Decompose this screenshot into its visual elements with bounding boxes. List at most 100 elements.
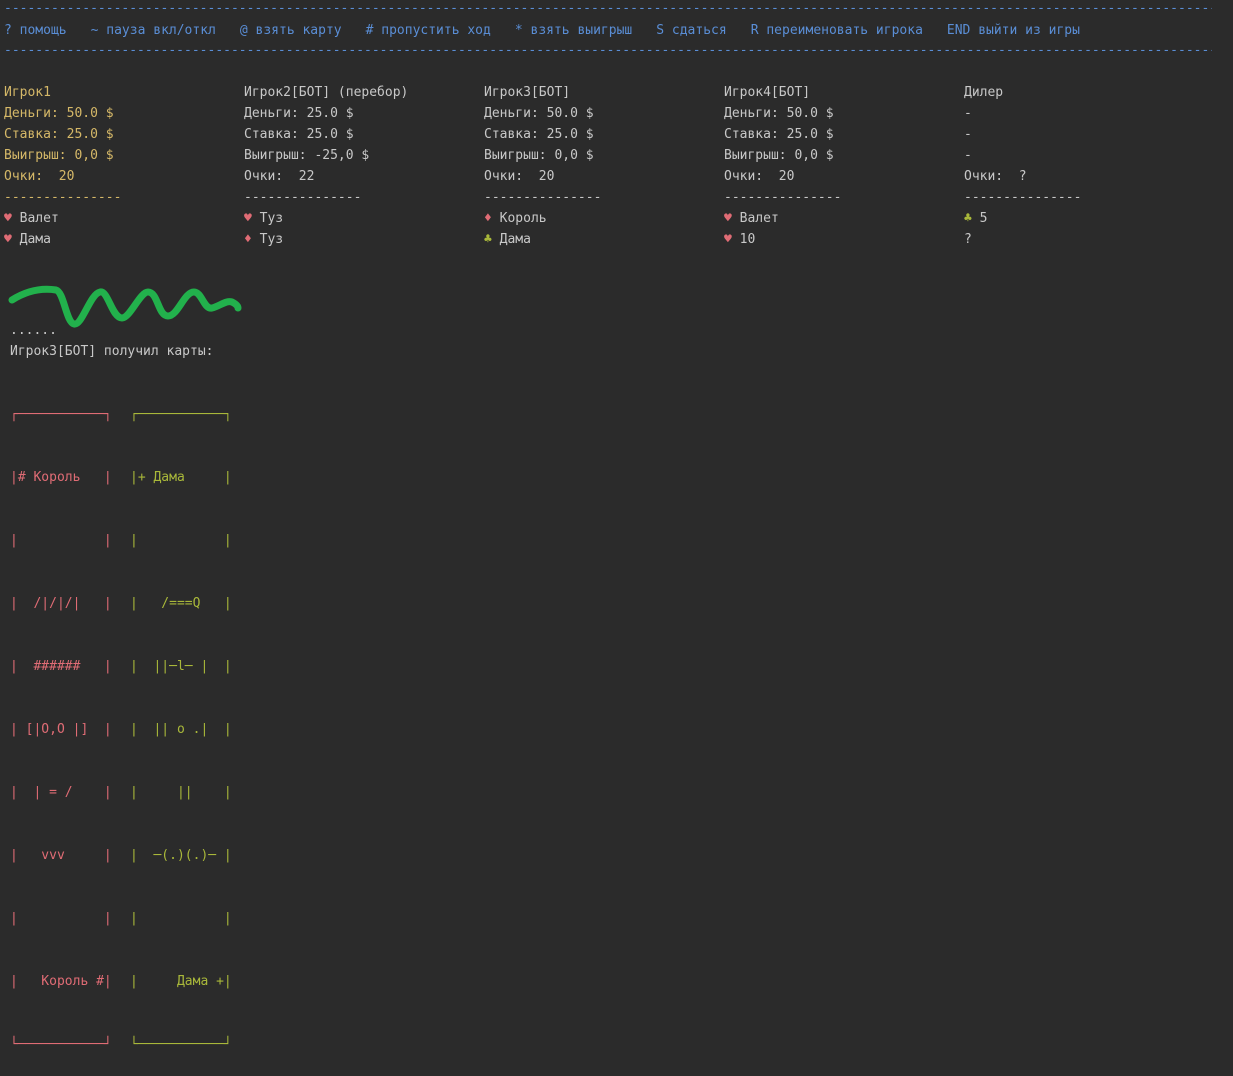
- card-line: | | = / |: [10, 785, 112, 800]
- hearts-icon: ♥: [244, 211, 252, 226]
- player-divider: ---------------: [4, 190, 122, 205]
- card-line: | ─(.)(.)─ |: [130, 848, 232, 863]
- card-line: | ###### |: [10, 659, 112, 674]
- player-money: Деньги: 25.0 $: [244, 106, 354, 121]
- card-line: |+ Дама |: [130, 470, 232, 485]
- queen-card-art: ┌───────────┐ |+ Дама | | | | /===Q | | …: [130, 362, 232, 1076]
- player-points: Очки: 20: [724, 169, 795, 184]
- player-win: Выигрыш: 0,0 $: [484, 148, 594, 163]
- player-name: Игрок2[БОТ] (перебор): [244, 85, 409, 100]
- card-line: | |: [10, 911, 112, 926]
- clubs-icon: ♣: [964, 211, 972, 226]
- log-dots: ......: [10, 323, 57, 338]
- player-name: Игрок3[БОТ]: [484, 85, 571, 100]
- player-divider: ---------------: [724, 190, 842, 205]
- command-menu: ? помощь ~ пауза вкл/откл @ взять карту …: [4, 20, 1080, 41]
- player-card: ♥ 10: [724, 229, 954, 250]
- dealer-money: -: [964, 106, 972, 121]
- card-name: Валет: [19, 211, 59, 226]
- player-card: ♥ Дама: [4, 229, 234, 250]
- card-line: | || |: [130, 785, 232, 800]
- player-money: Деньги: 50.0 $: [724, 106, 834, 121]
- hearts-icon: ♥: [4, 211, 12, 226]
- card-line: └───────────┘: [130, 1037, 232, 1052]
- player-name: Игрок4[БОТ]: [724, 85, 811, 100]
- card-line: ┌───────────┐: [10, 407, 112, 422]
- dealer-name: Дилер: [964, 85, 1004, 100]
- menu-help[interactable]: ? помощь: [4, 20, 67, 41]
- dealer-divider: ---------------: [964, 190, 1082, 205]
- card-line: └───────────┘: [10, 1037, 112, 1052]
- menu-rename-player[interactable]: R переименовать игрока: [751, 20, 923, 41]
- card-name: Валет: [739, 211, 779, 226]
- player-win: Выигрыш: 0,0 $: [4, 148, 114, 163]
- dealer-points: Очки: ?: [964, 169, 1027, 184]
- card-line: | || o .| |: [130, 722, 232, 737]
- clubs-icon: ♣: [484, 232, 492, 247]
- menu-take-card[interactable]: @ взять карту: [240, 20, 342, 41]
- dealer-card-hidden: ?: [964, 229, 1194, 250]
- player-win: Выигрыш: -25,0 $: [244, 148, 370, 163]
- menu-pause[interactable]: ~ пауза вкл/откл: [91, 20, 216, 41]
- card-line: | vvv |: [10, 848, 112, 863]
- player-points: Очки: 20: [4, 169, 75, 184]
- player-name: Игрок1: [4, 85, 51, 100]
- player-card: ♦ Король: [484, 208, 714, 229]
- card-name: Король: [499, 211, 547, 226]
- player-card: ♥ Валет: [724, 208, 954, 229]
- player-card: ♥ Валет: [4, 208, 234, 229]
- player-column-4: Игрок4[БОТ] Деньги: 50.0 $ Ставка: 25.0 …: [724, 82, 954, 250]
- dealer-card: ♣ 5: [964, 208, 1194, 229]
- top-separator: ----------------------------------------…: [4, 2, 1212, 16]
- card-name: 5: [979, 211, 988, 226]
- card-name: Туз: [259, 232, 284, 247]
- card-line: | ||─l─ | |: [130, 659, 232, 674]
- player-points: Очки: 22: [244, 169, 315, 184]
- player-bet: Ставка: 25.0 $: [484, 127, 594, 142]
- player-win: Выигрыш: 0,0 $: [724, 148, 834, 163]
- menu-surrender[interactable]: S сдаться: [656, 20, 726, 41]
- card-line: | [|O,O |] |: [10, 722, 112, 737]
- menu-exit-game[interactable]: END выйти из игры: [947, 20, 1080, 41]
- dealer-win: -: [964, 148, 972, 163]
- player-divider: ---------------: [484, 190, 602, 205]
- hearts-icon: ♥: [4, 232, 12, 247]
- player-money: Деньги: 50.0 $: [484, 106, 594, 121]
- player-card: ♦ Туз: [244, 229, 474, 250]
- player-column-3: Игрок3[БОТ] Деньги: 50.0 $ Ставка: 25.0 …: [484, 82, 714, 250]
- diamonds-icon: ♦: [484, 211, 492, 226]
- card-line: | |: [10, 533, 112, 548]
- dealer-bet: -: [964, 127, 972, 142]
- player-column-2: Игрок2[БОТ] (перебор) Деньги: 25.0 $ Ста…: [244, 82, 474, 250]
- player-bet: Ставка: 25.0 $: [724, 127, 834, 142]
- player-bet: Ставка: 25.0 $: [4, 127, 114, 142]
- king-card-art: ┌───────────┐ |# Король | | | | /|/|/| |…: [10, 362, 112, 1076]
- player-card: ♣ Дама: [484, 229, 714, 250]
- card-name: 10: [739, 232, 756, 247]
- card-line: | |: [130, 911, 232, 926]
- diamonds-icon: ♦: [244, 232, 252, 247]
- menu-skip-turn[interactable]: # пропустить ход: [366, 20, 491, 41]
- hearts-icon: ♥: [724, 232, 732, 247]
- card-line: | Король #|: [10, 974, 112, 989]
- player-card: ♥ Туз: [244, 208, 474, 229]
- card-line: | |: [130, 533, 232, 548]
- card-line: ┌───────────┐: [130, 407, 232, 422]
- player-bet: Ставка: 25.0 $: [244, 127, 354, 142]
- menu-separator: ----------------------------------------…: [4, 44, 1212, 58]
- player-points: Очки: 20: [484, 169, 555, 184]
- hidden-card-icon: ?: [964, 232, 972, 247]
- card-line: |# Король |: [10, 470, 112, 485]
- hearts-icon: ♥: [724, 211, 732, 226]
- card-name: Дама: [19, 232, 51, 247]
- log-message: Игрок3[БОТ] получил карты:: [10, 344, 214, 359]
- player-column-1: Игрок1 Деньги: 50.0 $ Ставка: 25.0 $ Выи…: [4, 82, 234, 250]
- card-line: | /===Q |: [130, 596, 232, 611]
- dealer-column: Дилер - - - Очки: ? --------------- ♣ 5 …: [964, 82, 1194, 250]
- card-name: Дама: [499, 232, 531, 247]
- player-divider: ---------------: [244, 190, 362, 205]
- card-line: | /|/|/| |: [10, 596, 112, 611]
- menu-take-win[interactable]: * взять выигрыш: [515, 20, 632, 41]
- player-money: Деньги: 50.0 $: [4, 106, 114, 121]
- card-name: Туз: [259, 211, 284, 226]
